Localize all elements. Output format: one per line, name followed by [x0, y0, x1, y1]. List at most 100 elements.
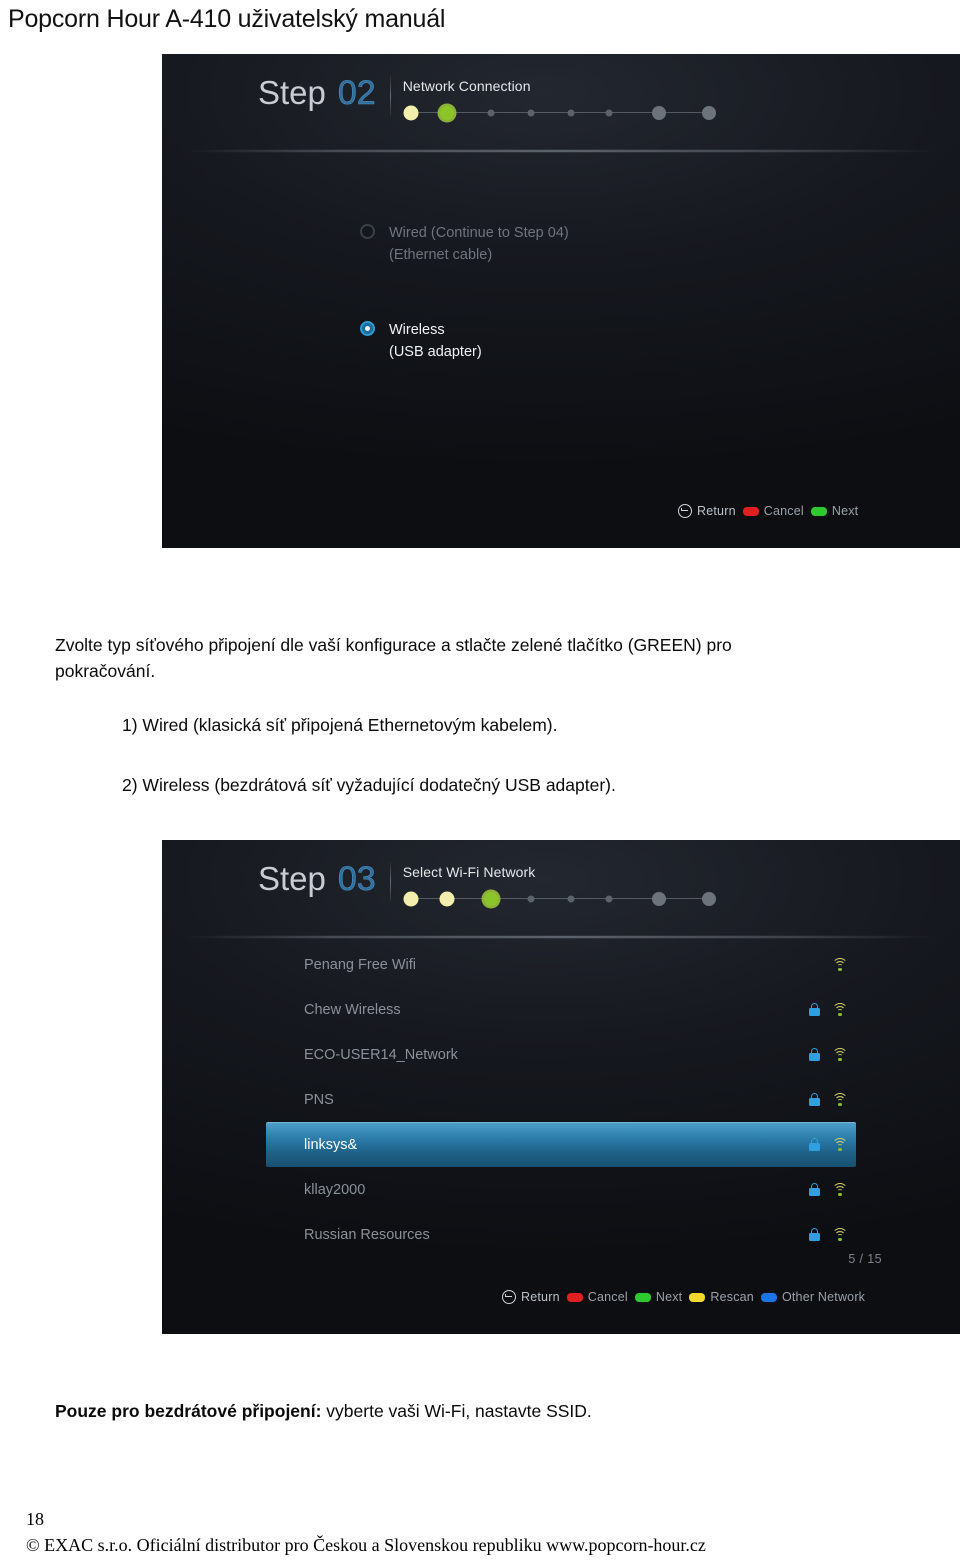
wifi-network-row[interactable]: Penang Free Wifi	[266, 942, 856, 987]
progress-dot	[527, 109, 535, 117]
progress-dot	[487, 109, 495, 117]
wifi-network-list[interactable]: Penang Free Wifi Chew Wireless ECO-USER14_…	[266, 942, 856, 1257]
lock-icon	[809, 1003, 820, 1016]
wifi-row-icons	[809, 957, 848, 972]
wifi-network-name: Penang Free Wifi	[304, 956, 417, 973]
lock-icon	[809, 1183, 820, 1196]
step-header-02: Step 02 Network Connection	[258, 76, 723, 123]
progress-dot	[605, 895, 613, 903]
step-number: 02	[337, 74, 376, 112]
step-divider	[389, 862, 391, 902]
color-swatch-icon	[742, 506, 759, 516]
wifi-network-row[interactable]: PNS	[266, 1077, 856, 1122]
progress-dot	[651, 892, 666, 906]
action-bar-step-02: Return Cancel Next	[678, 504, 858, 518]
step-number: 03	[337, 860, 376, 898]
action-next[interactable]: Next	[810, 504, 859, 518]
option-wireless[interactable]: Wireless (USB adapter)	[360, 319, 482, 363]
progress-dot	[403, 891, 419, 907]
progress-dot	[483, 892, 498, 906]
wifi-network-row[interactable]: Russian Resources	[266, 1212, 856, 1257]
progress-line	[410, 112, 715, 113]
paragraph-wireless-note-rest: vyberte vaši Wi-Fi, nastavte SSID.	[321, 1401, 592, 1421]
action-cancel[interactable]: Cancel	[742, 504, 804, 518]
wifi-network-name: PNS	[304, 1091, 334, 1108]
progress-dots	[403, 889, 723, 909]
return-icon	[502, 1290, 516, 1304]
wifi-signal-icon	[832, 1227, 848, 1242]
action-return[interactable]: Return	[678, 504, 736, 518]
progress-dot	[403, 105, 419, 121]
option-wireless-line2: (USB adapter)	[389, 344, 482, 360]
wifi-row-icons	[809, 1137, 848, 1152]
screenshot-step-03: Step 03 Select Wi-Fi Network Penang Free…	[162, 840, 960, 1334]
radio-button-wireless-icon[interactable]	[360, 321, 375, 336]
lock-icon	[809, 1138, 820, 1151]
paragraph-wireless-note-bold: Pouze pro bezdrátové připojení:	[55, 1401, 322, 1421]
progress-dots	[403, 103, 723, 123]
wifi-row-icons	[809, 1182, 848, 1197]
progress-dot	[439, 891, 455, 907]
progress-dot	[701, 106, 716, 120]
footer-copyright: © EXAC s.r.o. Oficiální distributor pro …	[26, 1535, 706, 1555]
option-wired-line1: Wired (Continue to Step 04)	[389, 225, 569, 241]
list-item-wired: 1) Wired (klasická síť připojená Etherne…	[122, 715, 558, 735]
wifi-network-row[interactable]: Chew Wireless	[266, 987, 856, 1032]
wifi-signal-icon	[832, 1182, 848, 1197]
step-word: Step	[258, 860, 326, 897]
progress-dot	[701, 892, 716, 906]
progress-dot	[567, 109, 575, 117]
wifi-network-row[interactable]: linksys&	[266, 1122, 856, 1167]
screenshot-step-02: Step 02 Network Connection Wired (Contin…	[162, 54, 960, 548]
color-swatch-icon	[634, 1292, 651, 1302]
list-pager: 5 / 15	[848, 1252, 882, 1266]
lock-icon	[809, 1228, 820, 1241]
radio-button-wired-icon[interactable]	[360, 224, 375, 239]
action-label: Next	[655, 1290, 683, 1304]
wifi-network-name: kllay2000	[304, 1181, 366, 1198]
option-wired-line2: (Ethernet cable)	[389, 247, 493, 263]
paragraph-wireless-note: Pouze pro bezdrátové připojení: vyberte …	[55, 1398, 855, 1424]
wifi-signal-icon	[832, 1002, 848, 1017]
option-wireless-line1: Wireless	[389, 322, 445, 338]
color-swatch-icon	[566, 1292, 583, 1302]
wifi-network-row[interactable]: ECO-USER14_Network	[266, 1032, 856, 1077]
lock-icon	[809, 1048, 820, 1061]
wifi-row-icons	[809, 1227, 848, 1242]
wifi-row-icons	[809, 1002, 848, 1017]
page-number: 18	[26, 1509, 44, 1529]
header-glow	[182, 936, 940, 938]
color-swatch-icon	[760, 1292, 777, 1302]
progress-line	[410, 898, 715, 899]
action-bar-step-03: Return Cancel Next Rescan Other Network	[502, 1290, 865, 1304]
list-item-wireless: 2) Wireless (bezdrátová síť vyžadující d…	[122, 775, 616, 795]
wifi-signal-icon	[832, 1047, 848, 1062]
action-return[interactable]: Return	[502, 1290, 560, 1304]
action-cancel[interactable]: Cancel	[566, 1290, 628, 1304]
wifi-network-row[interactable]: kllay2000	[266, 1167, 856, 1212]
wifi-network-name: Russian Resources	[304, 1226, 430, 1243]
color-swatch-icon	[689, 1292, 706, 1302]
wifi-signal-icon	[832, 1137, 848, 1152]
paragraph-intro: Zvolte typ síťového připojení dle vaší k…	[55, 635, 732, 681]
step-caption: Network Connection	[402, 78, 531, 94]
action-other-network[interactable]: Other Network	[760, 1290, 865, 1304]
return-icon	[678, 504, 692, 518]
option-wired[interactable]: Wired (Continue to Step 04) (Ethernet ca…	[360, 222, 569, 266]
action-label: Return	[697, 504, 736, 518]
step-caption: Select Wi-Fi Network	[402, 864, 536, 880]
action-next[interactable]: Next	[634, 1290, 683, 1304]
wifi-network-name: ECO-USER14_Network	[304, 1046, 458, 1063]
action-label: Return	[521, 1290, 560, 1304]
action-rescan[interactable]: Rescan	[689, 1290, 754, 1304]
header-glow	[182, 150, 940, 152]
wifi-row-icons	[809, 1047, 848, 1062]
wifi-row-icons	[809, 1092, 848, 1107]
step-header-03: Step 03 Select Wi-Fi Network	[258, 862, 723, 909]
progress-dot	[605, 109, 613, 117]
action-label: Cancel	[587, 1290, 628, 1304]
progress-dot	[527, 895, 535, 903]
wifi-signal-icon	[832, 957, 848, 972]
step-word: Step	[258, 74, 326, 111]
step-divider	[389, 76, 391, 116]
